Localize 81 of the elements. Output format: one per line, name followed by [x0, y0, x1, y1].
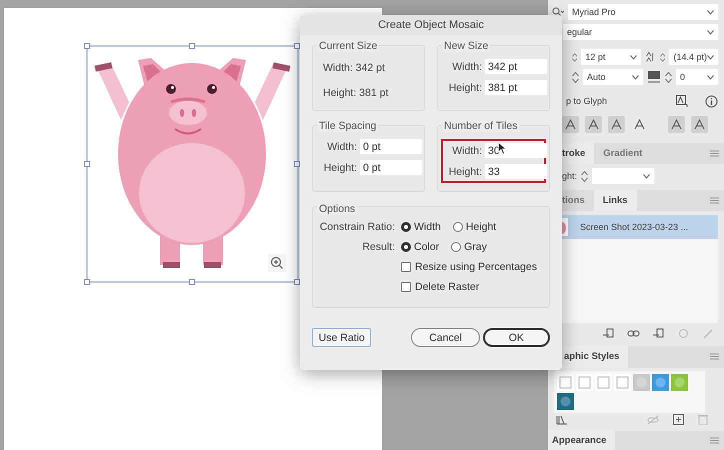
chevron-icon [630, 54, 638, 60]
radio-option[interactable]: Color [401, 241, 440, 253]
size-reading: Width: 342 pt [322, 61, 386, 76]
dialog-button[interactable]: Use Ratio [312, 328, 372, 347]
radio-icon[interactable] [452, 222, 463, 232]
weight-field[interactable] [592, 168, 654, 184]
link-icon[interactable] [626, 328, 640, 339]
panel-tab[interactable]: Links [594, 190, 637, 211]
chevron-icon [632, 74, 639, 80]
checkbox-icon[interactable] [401, 282, 411, 292]
field-label: Height: [448, 166, 482, 178]
chevron-icon [707, 10, 714, 15]
input-field[interactable]: 0 pt [360, 160, 422, 175]
field-label: Width: [451, 144, 482, 156]
leading-field[interactable]: (14.4 pt) [669, 49, 718, 66]
group-label: Number of Tiles [442, 120, 520, 132]
chevron-icon [707, 74, 714, 80]
snap-label: p to Glyph [566, 96, 608, 106]
input-field[interactable]: 33 [485, 164, 547, 179]
glyph-button[interactable] [562, 116, 579, 133]
field-label: Height: [322, 162, 357, 174]
option-label: Result: [361, 241, 395, 253]
style-swatch[interactable] [671, 374, 688, 392]
style-swatch[interactable] [557, 374, 574, 392]
checkbox-icon[interactable] [401, 262, 411, 272]
kerning-field[interactable]: Auto [583, 69, 643, 86]
pointer-icon [498, 142, 507, 155]
input-field[interactable]: 381 pt [485, 80, 547, 95]
stepper-icon[interactable] [660, 50, 666, 64]
stepper-icon[interactable] [572, 70, 579, 84]
style-swatch[interactable] [633, 374, 650, 392]
glyph-icon[interactable] [676, 94, 689, 108]
new-style-icon[interactable] [673, 414, 684, 426]
zoom-icon[interactable] [268, 254, 286, 272]
info-icon[interactable] [705, 94, 718, 108]
style-swatch[interactable] [557, 393, 574, 410]
style-swatch[interactable] [576, 374, 593, 392]
panel-tab[interactable]: Appearance [548, 431, 616, 450]
option-label: Constrain Ratio: [319, 221, 395, 233]
radio-option[interactable]: Gray [451, 241, 487, 253]
glyph-button[interactable] [668, 116, 685, 133]
tracking-field[interactable]: 0 [676, 69, 718, 86]
checkbox-option[interactable]: Delete Raster [319, 279, 543, 295]
size-reading: Height: 381 pt [322, 86, 390, 101]
checkbox-option[interactable]: Resize using Percentages [319, 259, 543, 275]
chevron-icon [707, 30, 714, 35]
group-label: Current Size [317, 40, 380, 52]
field-label: Height: [448, 82, 482, 94]
library-icon[interactable] [556, 414, 568, 425]
radio-icon[interactable] [401, 222, 411, 232]
tracking-icon [647, 70, 661, 84]
style-swatch[interactable] [595, 374, 612, 392]
style-field[interactable]: egular [563, 24, 718, 40]
field-label: Width: [451, 60, 482, 72]
input-field[interactable]: 342 pt [485, 59, 547, 74]
field-label: Width: [326, 140, 357, 152]
size-field[interactable]: 12 pt [581, 49, 642, 66]
group-label: Options [317, 203, 358, 215]
group-label: New Size [442, 40, 490, 52]
stepper-icon[interactable] [665, 70, 672, 84]
radio-icon[interactable] [451, 242, 462, 252]
glyph-button[interactable] [585, 116, 602, 133]
radio-option[interactable]: Height [452, 221, 496, 233]
radio-icon[interactable] [401, 242, 411, 252]
chevron-icon [643, 174, 650, 179]
style-swatch[interactable] [652, 374, 669, 392]
stepper-icon[interactable] [581, 170, 588, 183]
radio-option[interactable]: Width [401, 221, 441, 233]
stepper-icon[interactable] [572, 50, 578, 64]
dialog-title: Create Object Mosaic [300, 15, 562, 35]
dialog-button[interactable]: Cancel [411, 328, 480, 347]
glyph-button[interactable] [691, 116, 708, 133]
input-field[interactable]: 0 pt [360, 139, 422, 154]
style-swatch[interactable] [614, 374, 631, 392]
weight-label: ght: [562, 171, 578, 182]
group-label: Tile Spacing [317, 120, 378, 132]
search-icon[interactable] [552, 7, 564, 18]
glyph-button[interactable] [608, 116, 625, 133]
dialog-button[interactable]: OK [482, 328, 550, 347]
chevron-icon [706, 54, 714, 60]
font-field[interactable]: Myriad Pro [568, 4, 718, 20]
